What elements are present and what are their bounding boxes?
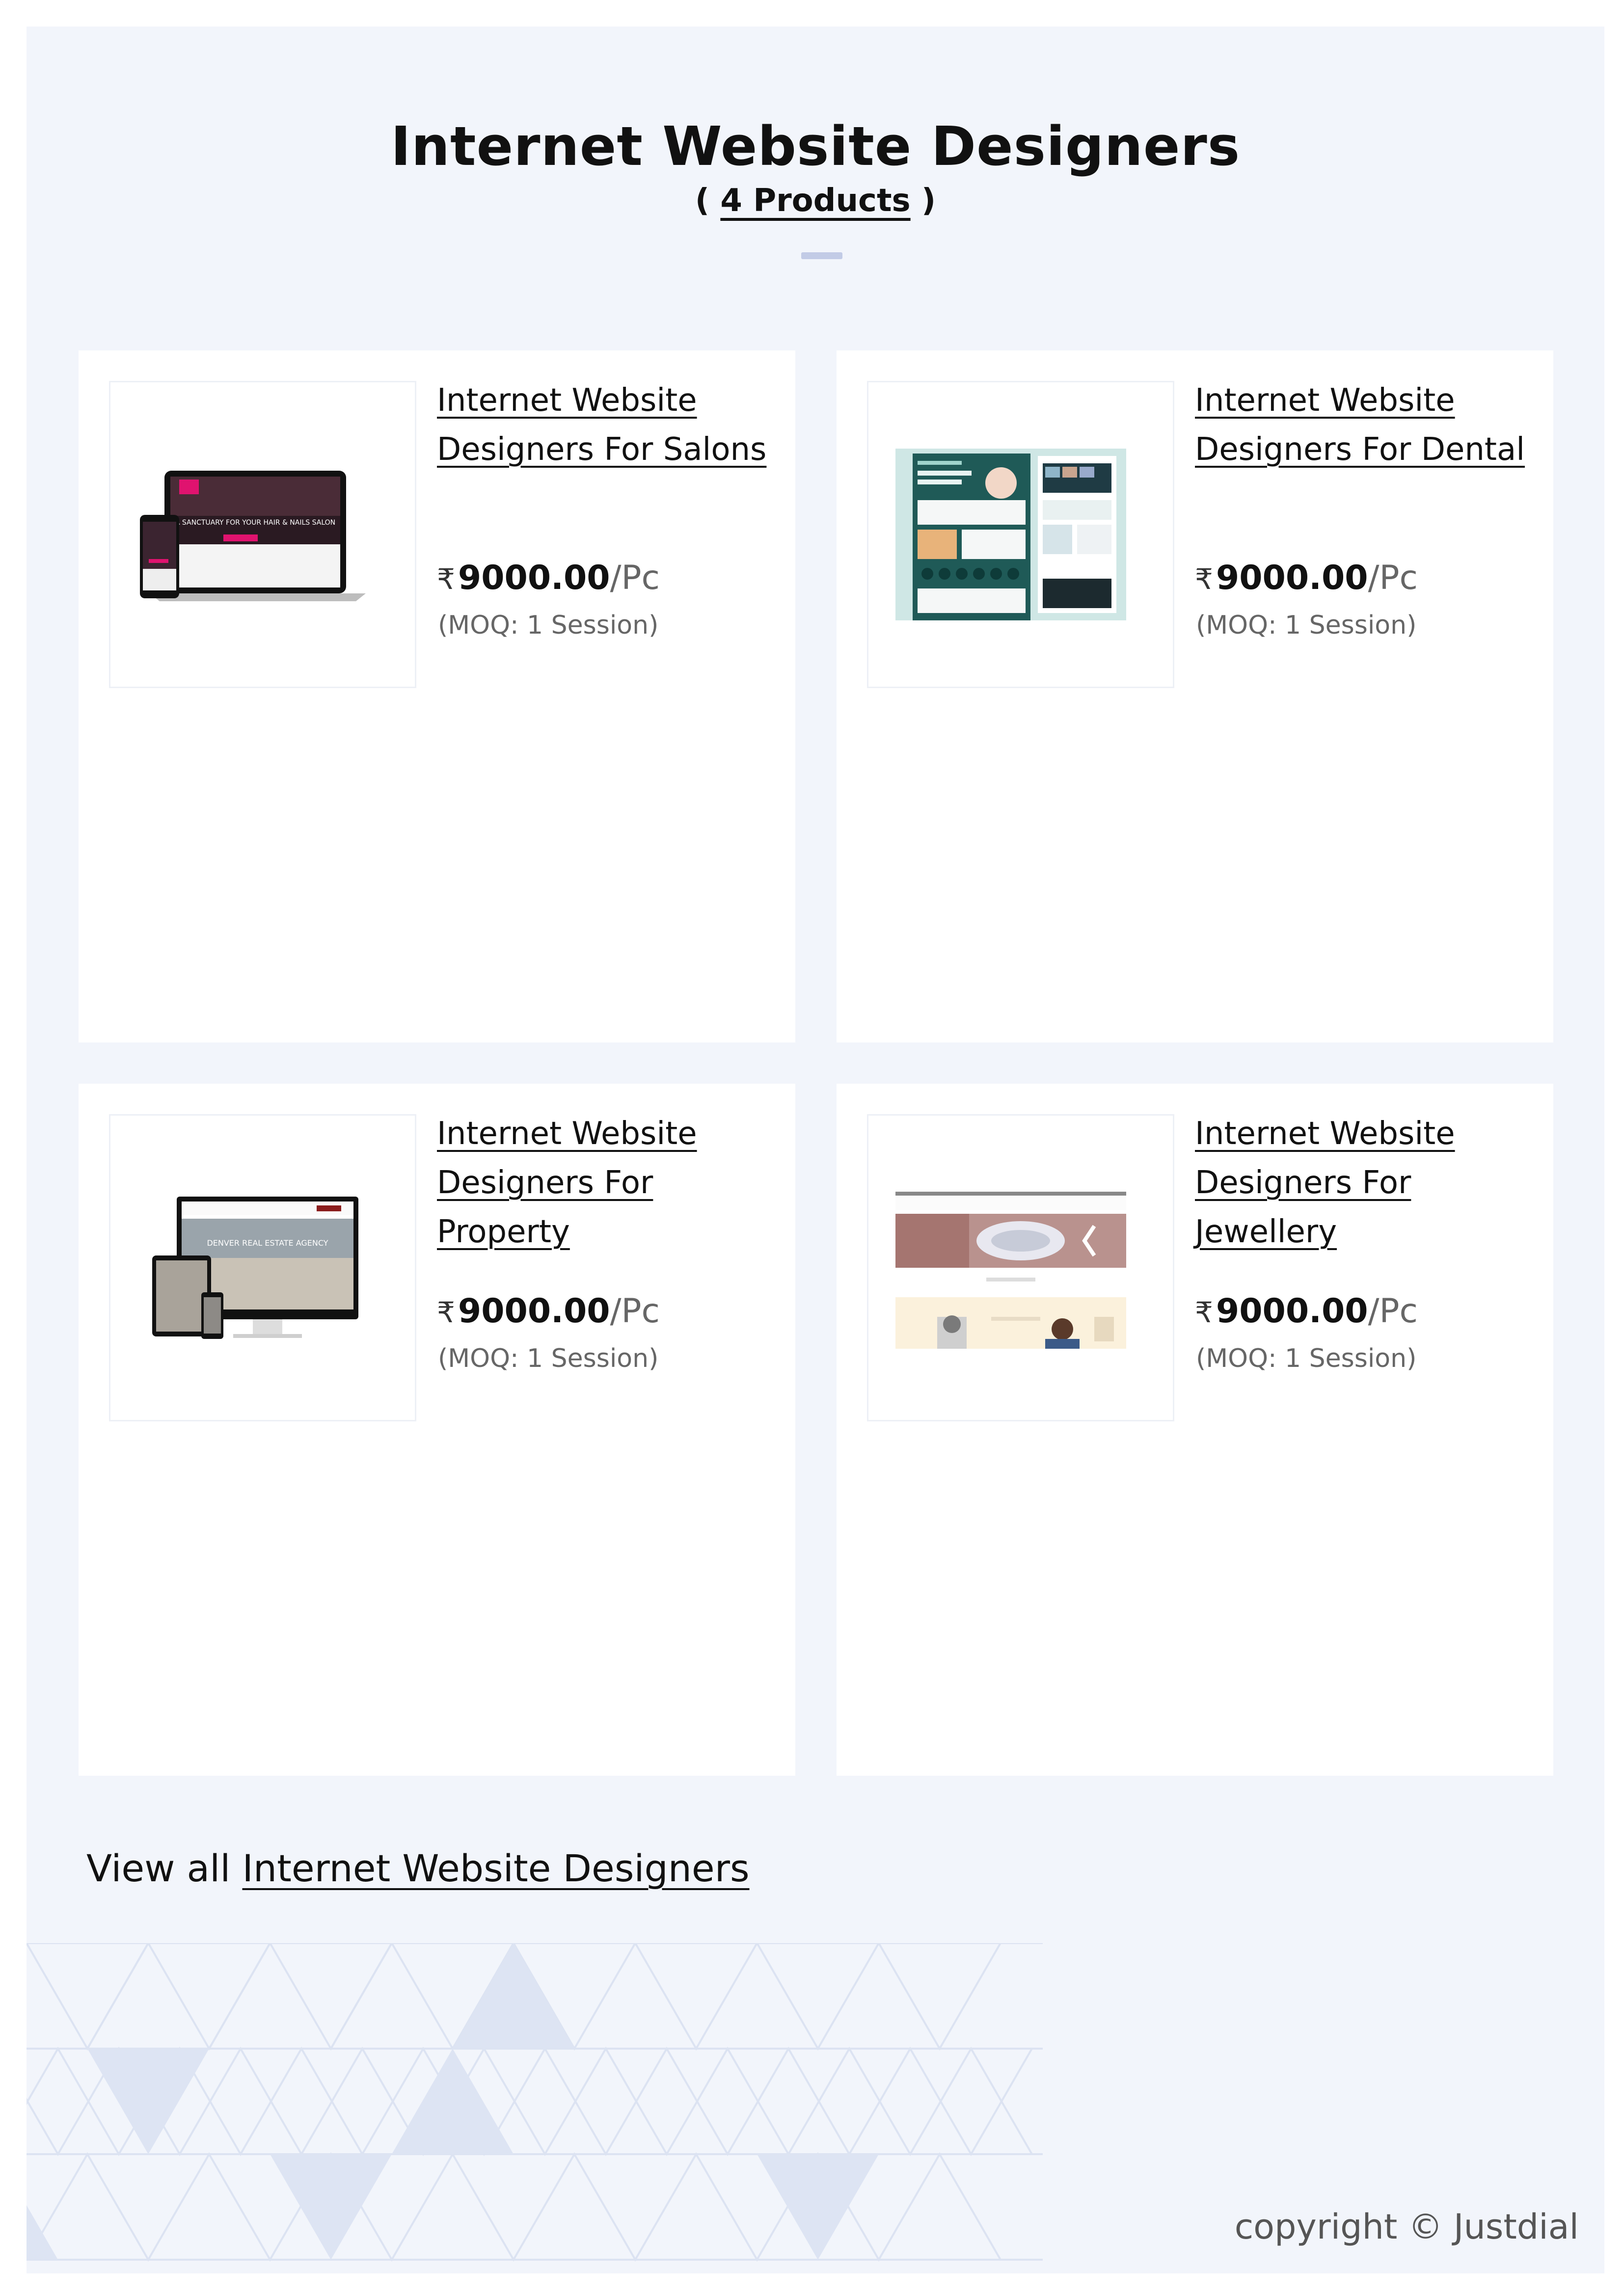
price-amount: 9000.00 xyxy=(458,1292,610,1331)
product-name[interactable]: Internet Website Designers For Dental xyxy=(1195,376,1529,474)
copyright-text: copyright © Justdial xyxy=(1234,2207,1579,2247)
count-close: ) xyxy=(910,183,936,219)
triangle-pattern-decoration xyxy=(27,1943,1043,2262)
price-amount: 9000.00 xyxy=(1216,559,1368,597)
product-price: ₹9000.00/Pc xyxy=(437,1287,660,1336)
product-card-dental: Internet Website Designers For Dental ₹9… xyxy=(837,350,1553,1042)
product-moq: (MOQ: 1 Session) xyxy=(438,1344,659,1373)
rupee-icon: ₹ xyxy=(1195,1296,1213,1329)
count-open: ( xyxy=(695,183,721,219)
property-mockup-text: DENVER REAL ESTATE AGENCY xyxy=(207,1238,328,1248)
page-title: Internet Website Designers xyxy=(390,115,1241,178)
product-name[interactable]: Internet Website Designers For Salons xyxy=(437,376,771,474)
product-price: ₹9000.00/Pc xyxy=(1195,1287,1418,1336)
price-unit: /Pc xyxy=(610,1292,660,1331)
product-moq: (MOQ: 1 Session) xyxy=(1196,1344,1417,1373)
salon-mockup-text: A SANCTUARY FOR YOUR HAIR & NAILS SALON xyxy=(175,519,335,527)
product-count: ( 4 Products ) xyxy=(27,183,1604,219)
product-moq: (MOQ: 1 Session) xyxy=(1196,611,1417,640)
view-all-link[interactable]: Internet Website Designers xyxy=(242,1846,749,1890)
rupee-icon: ₹ xyxy=(1195,562,1213,596)
catalog-page: Internet Website Designers ( 4 Products … xyxy=(27,27,1604,2273)
rupee-icon: ₹ xyxy=(437,562,455,596)
price-unit: /Pc xyxy=(1368,1292,1418,1331)
product-image-property[interactable]: DENVER REAL ESTATE AGENCY xyxy=(109,1114,416,1421)
product-image-salons[interactable]: A SANCTUARY FOR YOUR HAIR & NAILS SALON xyxy=(109,381,416,688)
product-price: ₹9000.00/Pc xyxy=(1195,554,1418,603)
salon-website-mockup-icon: A SANCTUARY FOR YOUR HAIR & NAILS SALON xyxy=(140,471,366,601)
product-image-dental[interactable] xyxy=(867,381,1174,688)
product-card-property: DENVER REAL ESTATE AGENCY Internet Websi… xyxy=(79,1084,795,1776)
rupee-icon: ₹ xyxy=(437,1296,455,1329)
view-all-prefix: View all xyxy=(86,1846,243,1890)
dental-website-mockup-icon xyxy=(895,449,1126,620)
product-moq: (MOQ: 1 Session) xyxy=(438,611,659,640)
product-card-salons: A SANCTUARY FOR YOUR HAIR & NAILS SALON … xyxy=(79,350,795,1042)
product-card-jewellery: Internet Website Designers For Jewellery… xyxy=(837,1084,1553,1776)
product-name[interactable]: Internet Website Designers For Jewellery xyxy=(1195,1109,1529,1256)
product-image-jewellery[interactable] xyxy=(867,1114,1174,1421)
price-unit: /Pc xyxy=(1368,559,1418,597)
price-amount: 9000.00 xyxy=(458,559,610,597)
product-count-link[interactable]: 4 Products xyxy=(720,183,910,219)
product-price: ₹9000.00/Pc xyxy=(437,554,660,603)
jewellery-website-mockup-icon xyxy=(895,1192,1126,1349)
property-website-mockup-icon: DENVER REAL ESTATE AGENCY xyxy=(152,1197,358,1339)
view-all-row: View all Internet Website Designers xyxy=(86,1846,750,1890)
product-name[interactable]: Internet Website Designers For Property xyxy=(437,1109,771,1256)
price-unit: /Pc xyxy=(610,559,660,597)
title-divider xyxy=(801,252,842,259)
price-amount: 9000.00 xyxy=(1216,1292,1368,1331)
